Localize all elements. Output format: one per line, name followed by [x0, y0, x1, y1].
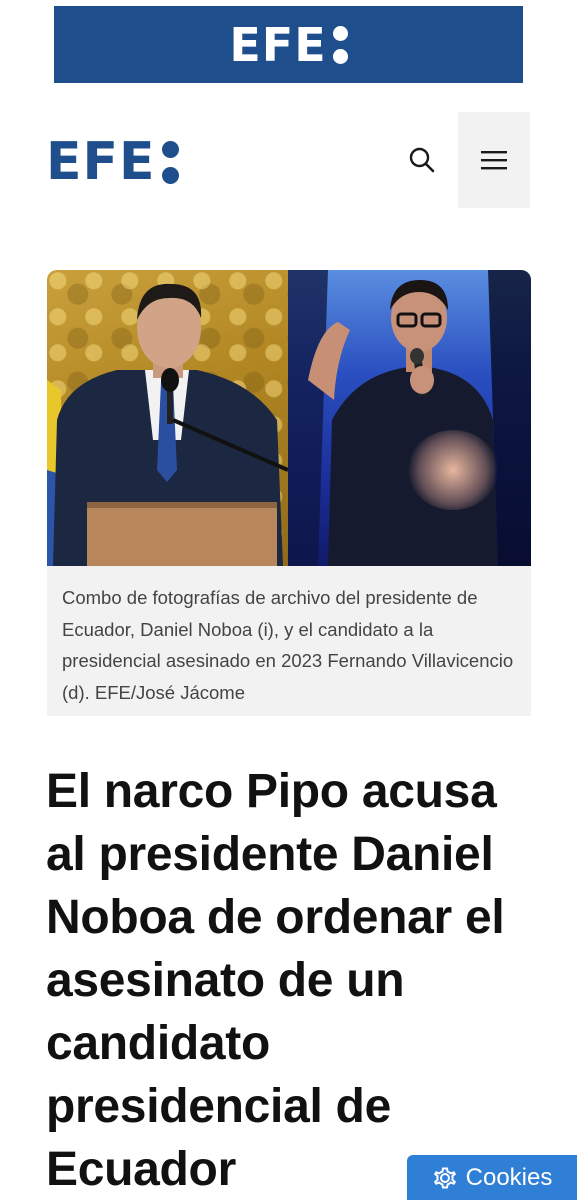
photo-daniel-noboa — [47, 270, 288, 566]
cookies-label: Cookies — [465, 1163, 553, 1191]
search-button[interactable] — [398, 140, 446, 180]
site-header: EFE — [0, 112, 577, 208]
ad-efe-logo: EFE — [229, 17, 348, 72]
photo-fernando-villavicencio — [288, 270, 531, 566]
efe-logo-text: EFE — [46, 132, 156, 192]
cookies-button[interactable]: Cookies — [407, 1155, 577, 1200]
search-icon — [409, 147, 435, 173]
efe-logo[interactable]: EFE — [46, 136, 179, 188]
hamburger-menu-icon — [481, 151, 507, 170]
stage-light — [408, 430, 498, 510]
ad-logo-text: EFE — [229, 17, 327, 72]
gear-icon — [433, 1167, 456, 1188]
image-caption: Combo de fotografías de archivo del pres… — [47, 566, 531, 716]
ad-logo-colon — [332, 25, 348, 64]
article-headline: El narco Pipo acusa al presidente Daniel… — [46, 765, 505, 1196]
ad-banner[interactable]: EFE — [54, 6, 523, 83]
menu-button[interactable] — [458, 112, 530, 208]
article-image — [47, 270, 531, 566]
efe-logo-colon — [161, 140, 179, 184]
